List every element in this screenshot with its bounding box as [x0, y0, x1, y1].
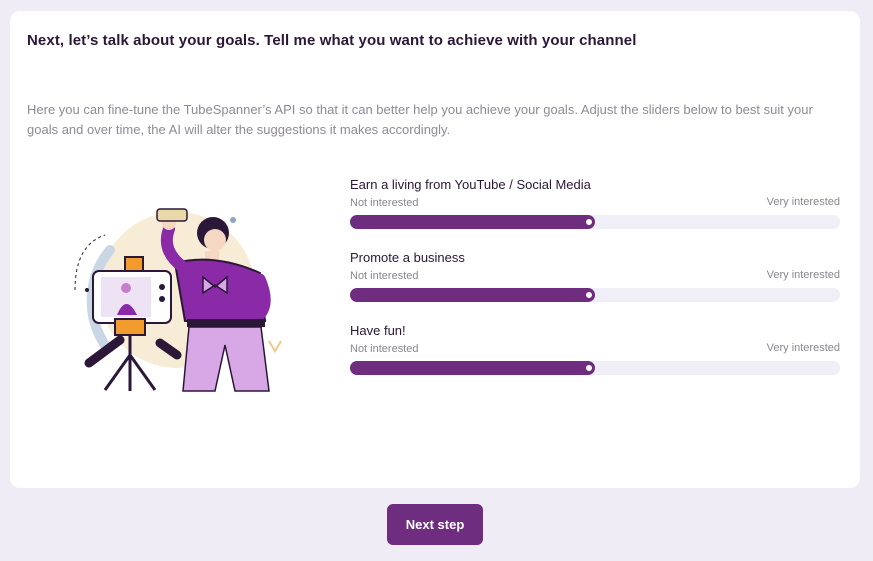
page-title: Next, let’s talk about your goals. Tell … — [27, 32, 637, 49]
slider-thumb[interactable] — [584, 290, 594, 300]
slider-max-label: Very interested — [766, 196, 840, 208]
slider-promote-business: Promote a business Not interested Very i… — [350, 250, 840, 323]
slider-track[interactable] — [350, 215, 840, 229]
slider-fill — [350, 215, 595, 229]
intro-text: Here you can fine-tune the TubeSpanner’s… — [27, 102, 813, 137]
slider-thumb[interactable] — [584, 363, 594, 373]
slider-track[interactable] — [350, 361, 840, 375]
slider-track[interactable] — [350, 288, 840, 302]
slider-label: Promote a business — [350, 250, 465, 265]
slider-earn-living: Earn a living from YouTube / Social Medi… — [350, 177, 840, 250]
next-step-button[interactable]: Next step — [387, 504, 483, 545]
slider-label: Earn a living from YouTube / Social Medi… — [350, 177, 591, 192]
content-creator-illustration — [65, 195, 290, 395]
slider-min-label: Not interested — [350, 343, 419, 355]
slider-thumb[interactable] — [584, 217, 594, 227]
slider-min-label: Not interested — [350, 270, 419, 282]
slider-max-label: Very interested — [766, 342, 840, 354]
slider-fill — [350, 361, 595, 375]
goals-card: Next, let’s talk about your goals. Tell … — [10, 11, 860, 488]
slider-label: Have fun! — [350, 323, 406, 338]
goal-sliders: Earn a living from YouTube / Social Medi… — [350, 177, 840, 396]
slider-have-fun: Have fun! Not interested Very interested — [350, 323, 840, 396]
slider-min-label: Not interested — [350, 197, 419, 209]
slider-fill — [350, 288, 595, 302]
slider-max-label: Very interested — [766, 269, 840, 281]
